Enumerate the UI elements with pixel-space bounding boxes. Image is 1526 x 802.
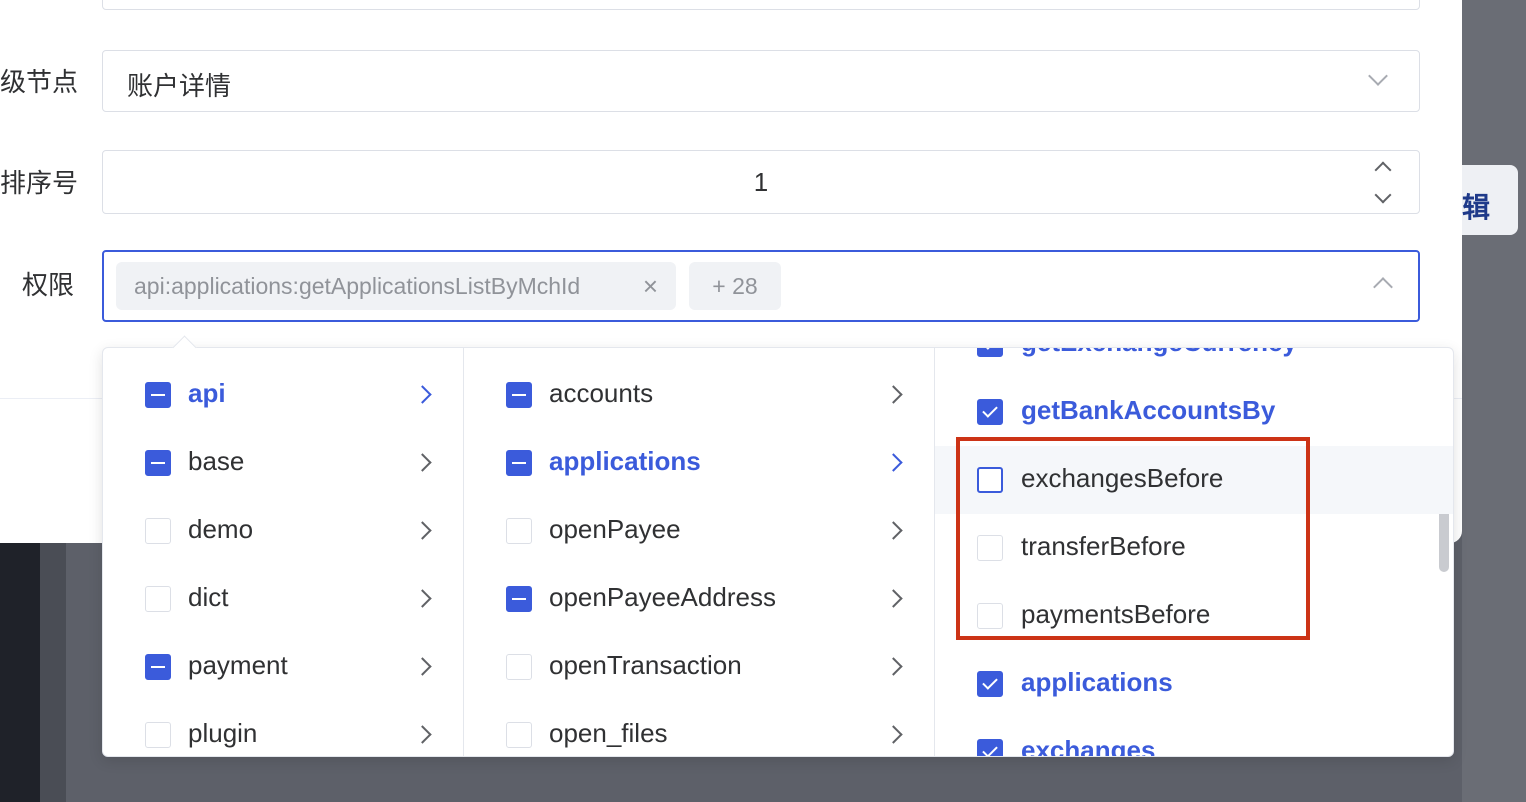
chevron-right-icon — [884, 453, 903, 472]
checkbox-indeterminate[interactable] — [506, 586, 532, 612]
cascader-option[interactable]: applications — [935, 650, 1453, 718]
checkbox-unchecked[interactable] — [145, 518, 171, 544]
chevron-down-icon[interactable] — [1368, 66, 1388, 86]
cascader-option-label: base — [188, 446, 245, 476]
cascader-option-label: accounts — [549, 378, 654, 408]
cascader-option[interactable]: dict — [103, 565, 463, 633]
chevron-right-icon — [413, 521, 432, 540]
cascader-option[interactable]: payment — [103, 633, 463, 701]
checkbox-indeterminate[interactable] — [506, 450, 532, 476]
cascader-option-label: transferBefore — [1021, 531, 1186, 561]
checkbox-indeterminate[interactable] — [145, 382, 171, 408]
permission-cascader-input[interactable]: api:applications:getApplicationsListByMc… — [102, 250, 1420, 322]
cascader-option-label: openPayee — [549, 514, 681, 544]
cascader-option[interactable]: transferBefore — [935, 514, 1453, 582]
cascader-option[interactable]: openPayeeAddress — [464, 565, 934, 633]
cascader-option[interactable]: openTransaction — [464, 633, 934, 701]
background-strip — [40, 540, 66, 802]
cascader-option-label: applications — [549, 446, 701, 476]
chevron-right-icon — [884, 385, 903, 404]
cascader-option[interactable]: accounts — [464, 361, 934, 429]
chevron-up-icon[interactable] — [1373, 277, 1393, 297]
cascader-option[interactable]: api — [103, 361, 463, 429]
order-label: 排序号 — [0, 169, 79, 199]
cascader-option[interactable]: getBankAccountsBy — [935, 378, 1453, 446]
chevron-right-icon — [884, 521, 903, 540]
order-number-value: 1 — [753, 167, 769, 197]
cascader-option-label: open_files — [549, 718, 668, 748]
permission-tag: api:applications:getApplicationsListByMc… — [116, 262, 676, 310]
cascader-option[interactable]: exchangesBefore — [935, 446, 1453, 514]
cascader-option[interactable]: plugin — [103, 701, 463, 756]
cascader-option[interactable]: demo — [103, 497, 463, 565]
checkbox-indeterminate[interactable] — [145, 450, 171, 476]
cascader-option-label: openPayeeAddress — [549, 582, 776, 612]
checkbox-unchecked[interactable] — [977, 535, 1003, 561]
cascader-option-label: demo — [188, 514, 254, 544]
cascader-option[interactable]: open_files — [464, 701, 934, 756]
more-tags-badge[interactable]: + 28 — [689, 262, 781, 310]
chevron-right-icon — [413, 657, 432, 676]
cascader-option-label: applications — [1021, 667, 1173, 697]
parent-node-select[interactable]: 账户详情 — [102, 50, 1420, 112]
cascader-option-label: getExchangeCurrency — [1021, 348, 1297, 358]
cascader-option[interactable]: base — [103, 429, 463, 497]
chevron-right-icon — [884, 725, 903, 744]
cascader-option-label: openTransaction — [549, 650, 742, 680]
top-input-field[interactable] — [102, 0, 1420, 10]
checkbox-indeterminate[interactable] — [145, 654, 171, 680]
checkbox-checked[interactable] — [977, 671, 1003, 697]
cascader-option-label: payment — [188, 650, 288, 680]
permission-tag-text: api:applications:getApplicationsListByMc… — [134, 273, 581, 299]
checkbox-unchecked[interactable] — [506, 654, 532, 680]
checkbox-unchecked[interactable] — [145, 722, 171, 748]
chevron-right-icon — [884, 589, 903, 608]
order-number-input[interactable]: 1 — [102, 150, 1420, 214]
background-edit-text: 辑 — [1462, 191, 1491, 224]
chevron-right-icon — [884, 657, 903, 676]
checkbox-unchecked[interactable] — [145, 586, 171, 612]
checkbox-checked[interactable] — [977, 399, 1003, 425]
checkbox-unchecked[interactable] — [506, 722, 532, 748]
cascader-option[interactable]: applications — [464, 429, 934, 497]
checkbox-unchecked[interactable] — [977, 603, 1003, 629]
cascader-dropdown: api base demo dict payment plugin accounts app… — [102, 347, 1454, 757]
parent-node-label: 级节点 — [0, 68, 79, 98]
permission-label: 权限 — [22, 271, 75, 301]
chevron-right-icon — [413, 589, 432, 608]
cascader-menu-level3: getExchangeCurrency getBankAccountsBy exch… — [935, 348, 1453, 757]
cascader-option-label: dict — [188, 582, 229, 612]
chevron-right-icon — [413, 453, 432, 472]
cascader-option-label: exchangesBefore — [1021, 463, 1224, 493]
cascader-option[interactable]: openPayee — [464, 497, 934, 565]
cascader-option[interactable]: exchanges — [935, 718, 1453, 757]
checkbox-checked[interactable] — [977, 739, 1003, 756]
chevron-right-icon — [413, 725, 432, 744]
cascader-menu-level2: accounts applications openPayee openPayeeAd… — [464, 348, 935, 756]
cascader-menu-level1: api base demo dict payment plugin — [103, 348, 464, 756]
background-sidebar — [0, 540, 40, 802]
checkbox-indeterminate[interactable] — [506, 382, 532, 408]
cascader-option-label: paymentsBefore — [1021, 599, 1211, 629]
cascader-option-label: plugin — [188, 718, 258, 748]
checkbox-unchecked[interactable] — [977, 467, 1003, 493]
parent-node-value: 账户详情 — [127, 72, 232, 102]
checkbox-checked[interactable] — [977, 348, 1003, 357]
checkbox-unchecked[interactable] — [506, 518, 532, 544]
close-icon[interactable]: × — [643, 262, 658, 310]
cascader-option-label: exchanges — [1021, 735, 1156, 757]
cascader-option[interactable]: paymentsBefore — [935, 582, 1453, 650]
cascader-option-label: getBankAccountsBy — [1021, 395, 1276, 425]
cascader-option-label: api — [188, 378, 226, 408]
cascader-option[interactable]: getExchangeCurrency — [935, 348, 1453, 378]
chevron-right-icon — [413, 385, 432, 404]
background-overlay-right — [1462, 0, 1526, 802]
